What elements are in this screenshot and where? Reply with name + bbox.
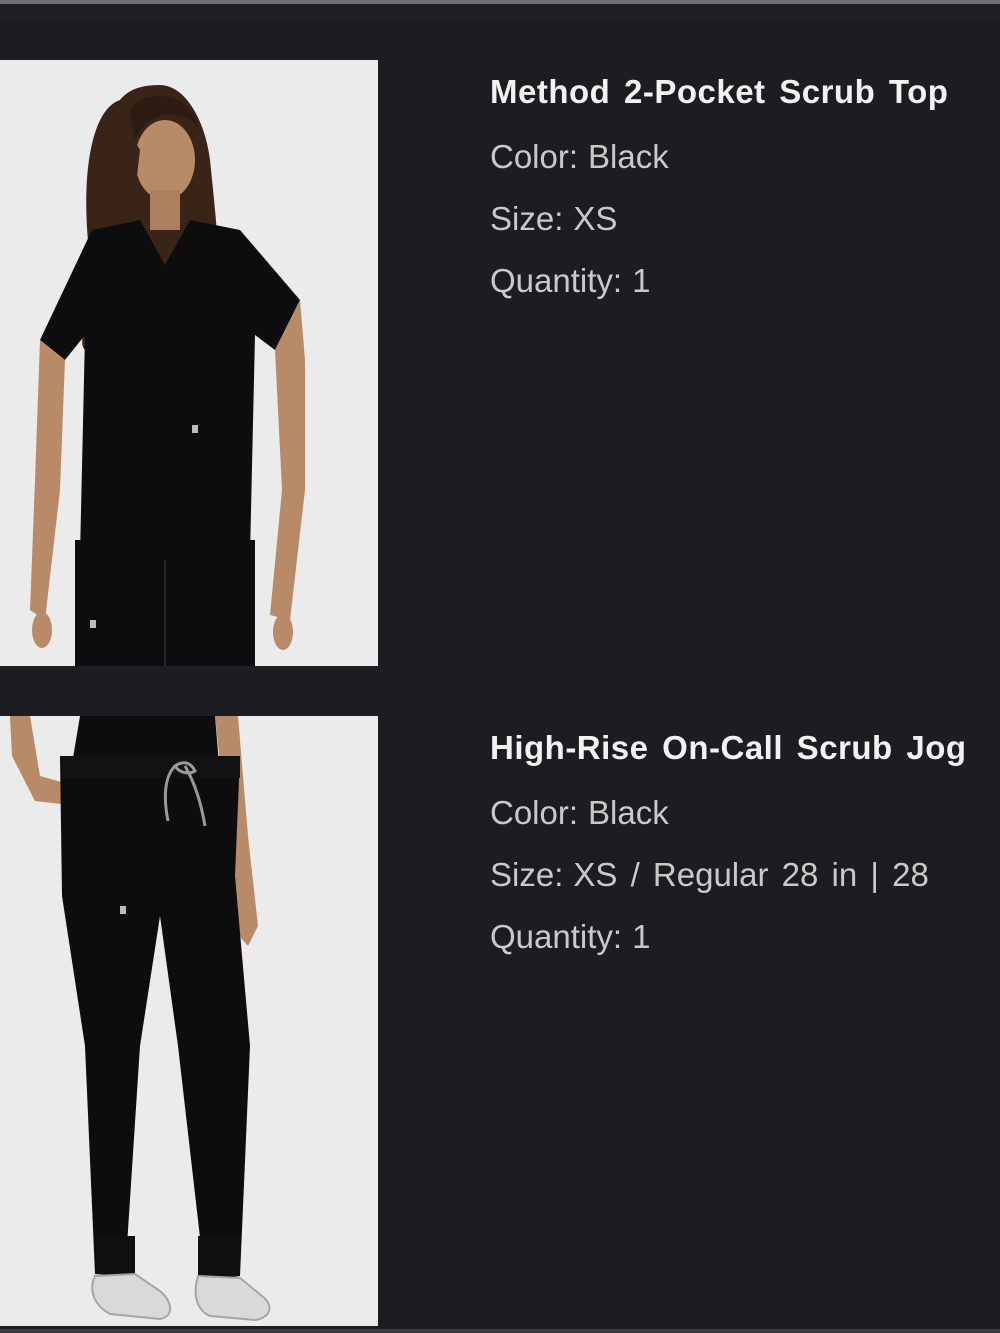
order-item: Method 2-Pocket Scrub Top Color: Black Si… [0, 60, 1000, 666]
size-row: Size: XS [490, 199, 1000, 239]
product-image[interactable] [0, 60, 378, 666]
size-row: Size: XS / Regular 28 in | 28 [490, 855, 1000, 895]
product-title[interactable]: Method 2-Pocket Scrub Top [490, 72, 1000, 112]
bottom-divider [0, 1329, 1000, 1333]
quantity-label: Quantity: [490, 262, 623, 299]
color-value: Black [588, 138, 669, 175]
color-value: Black [588, 794, 669, 831]
product-title[interactable]: High-Rise On-Call Scrub Jog [490, 728, 1000, 768]
quantity-row: Quantity: 1 [490, 917, 1000, 957]
color-label: Color: [490, 138, 579, 175]
color-row: Color: Black [490, 137, 1000, 177]
size-value: XS [573, 200, 618, 237]
item-details: Method 2-Pocket Scrub Top Color: Black Si… [490, 72, 1000, 323]
order-item: High-Rise On-Call Scrub Jog Color: Black … [0, 716, 1000, 1326]
size-label: Size: [490, 200, 564, 237]
quantity-value: 1 [632, 262, 651, 299]
quantity-label: Quantity: [490, 918, 623, 955]
color-row: Color: Black [490, 793, 1000, 833]
top-bar [0, 4, 1000, 22]
quantity-row: Quantity: 1 [490, 261, 1000, 301]
color-label: Color: [490, 794, 579, 831]
size-label: Size: [490, 856, 564, 893]
scrub-jogger-photo [0, 716, 378, 1326]
product-image[interactable] [0, 716, 378, 1326]
scrub-top-photo [0, 60, 378, 666]
size-value: XS / Regular 28 in | 28 [573, 856, 929, 893]
quantity-value: 1 [632, 918, 651, 955]
item-details: High-Rise On-Call Scrub Jog Color: Black … [490, 728, 1000, 979]
